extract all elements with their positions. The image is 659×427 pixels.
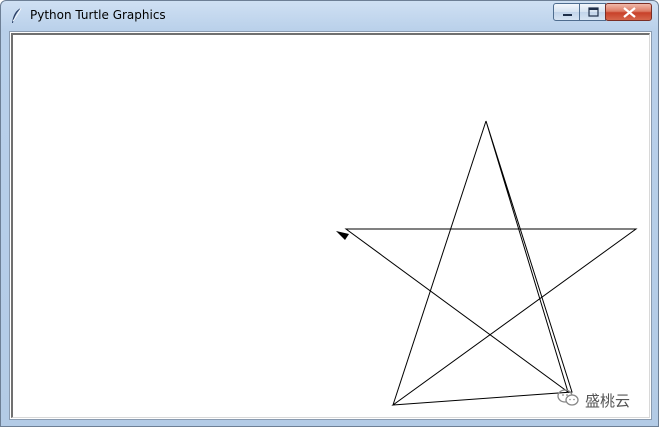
maximize-icon [588, 7, 599, 17]
star-path [344, 120, 638, 406]
star-edge [392, 120, 487, 406]
turtle-window: Python Turtle Graphics 盛桃云 [0, 0, 659, 427]
feather-icon [10, 7, 24, 25]
title-bar[interactable]: Python Turtle Graphics [1, 1, 658, 30]
client-area [9, 31, 652, 420]
minimize-icon [563, 14, 572, 16]
arrow-cursor-icon [336, 231, 349, 240]
turtle-canvas[interactable] [11, 33, 650, 418]
maximize-button[interactable] [579, 3, 606, 21]
drawing-surface [336, 120, 638, 406]
close-button[interactable] [605, 3, 652, 21]
window-title: Python Turtle Graphics [30, 8, 166, 22]
close-icon [623, 7, 636, 18]
wechat-icon [557, 389, 579, 411]
watermark-text: 盛桃云 [585, 391, 631, 410]
watermark: 盛桃云 [557, 389, 630, 411]
minimize-button[interactable] [553, 3, 580, 21]
